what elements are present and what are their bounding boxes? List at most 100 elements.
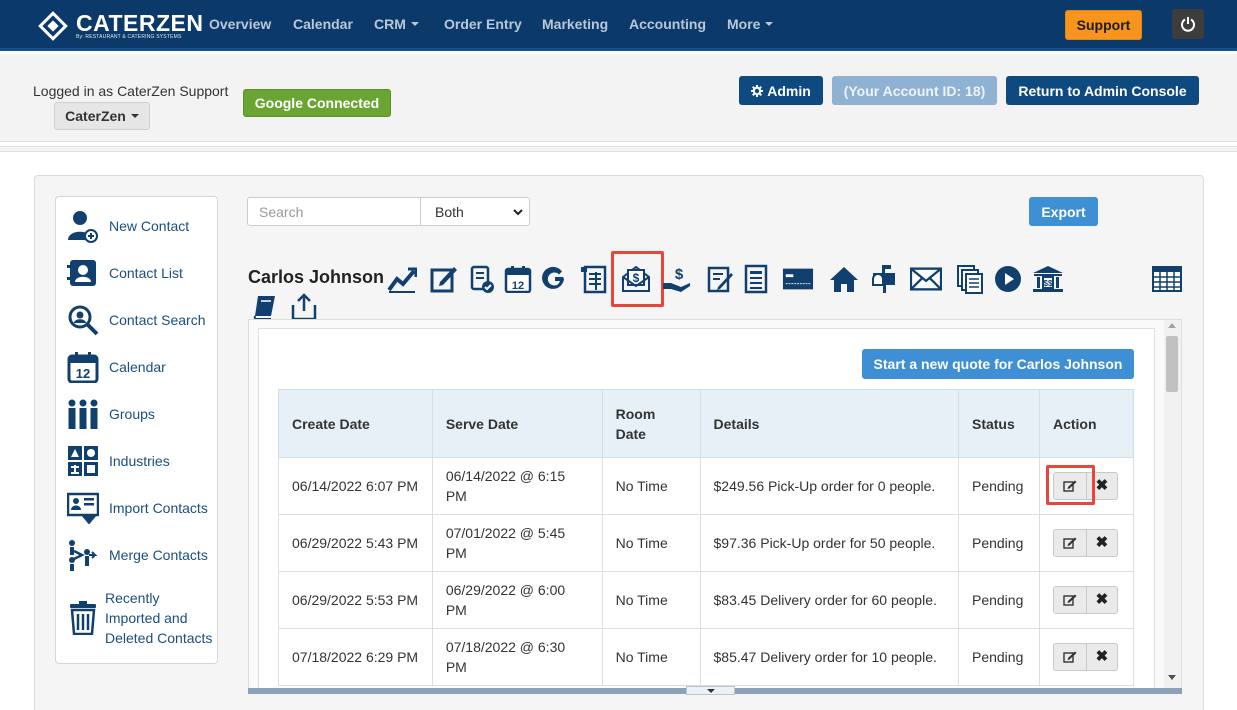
nav-overview[interactable]: Overview [209, 16, 271, 32]
account-dropdown[interactable]: CaterZen [54, 102, 150, 130]
start-new-quote-button[interactable]: Start a new quote for Carlos Johnson [862, 349, 1134, 379]
google-connected-button[interactable]: Google Connected [243, 89, 391, 117]
close-icon: ✖ [1095, 477, 1109, 494]
scroll-down-arrow-icon[interactable] [1168, 675, 1176, 680]
row-actions: ✖ [1038, 571, 1135, 629]
sidebar-item-label: Industries [109, 453, 170, 469]
credit-card-icon[interactable] [782, 263, 814, 295]
export-button[interactable]: Export [1029, 197, 1098, 226]
column-header[interactable]: Details [699, 389, 959, 458]
analytics-icon[interactable] [386, 263, 418, 295]
power-icon [1181, 17, 1195, 32]
sidebar-item-new-contact[interactable]: New Contact [66, 209, 189, 243]
play-icon[interactable] [992, 263, 1024, 295]
logged-in-text: Logged in as CaterZen Support [33, 83, 229, 99]
search-input[interactable] [247, 197, 421, 226]
google-icon[interactable] [539, 263, 571, 295]
table-row[interactable]: 06/29/2022 5:53 PM 06/29/2022 @ 6:00 PM … [278, 571, 1135, 629]
search-scope-value: Both [435, 203, 464, 220]
order-status: Pending [957, 628, 1040, 686]
tasks-icon[interactable] [466, 263, 498, 295]
contact-calendar-icon[interactable]: 12 [502, 263, 534, 295]
delete-quote-button[interactable]: ✖ [1086, 643, 1118, 671]
nav-accounting[interactable]: Accounting [629, 16, 706, 32]
sidebar-item-calendar[interactable]: 12 Calendar [66, 350, 166, 384]
documents-stack-icon[interactable] [954, 263, 986, 295]
nav-marketing[interactable]: Marketing [542, 16, 608, 32]
sidebar-item-contact-search[interactable]: Contact Search [66, 303, 206, 337]
edit-quote-button[interactable] [1052, 529, 1087, 557]
edit-quote-button[interactable] [1052, 643, 1087, 671]
search-scope-select[interactable]: Both [420, 197, 530, 226]
trash-icon [66, 601, 100, 635]
return-admin-console-button[interactable]: Return to Admin Console [1006, 76, 1199, 105]
sidebar-item-label: Calendar [109, 359, 166, 375]
account-id-badge: (Your Account ID: 18) [832, 76, 997, 105]
nav-crm[interactable]: CRM [374, 16, 419, 32]
sidebar-item-import-contacts[interactable]: Import Contacts [66, 491, 208, 525]
sidebar-item-contact-list[interactable]: Contact List [66, 256, 183, 290]
nav-more[interactable]: More [727, 16, 774, 32]
calendar-icon: 12 [66, 350, 100, 384]
nav-order-entry[interactable]: Order Entry [444, 16, 522, 32]
sidebar-item-merge-contacts[interactable]: Merge Contacts [66, 538, 208, 572]
email-icon[interactable] [910, 263, 942, 295]
scroll-up-arrow-icon[interactable] [1168, 323, 1176, 328]
sidebar-item-recently-deleted[interactable]: Recently Imported and Deleted Contacts [66, 588, 217, 648]
column-header[interactable]: Room Date [601, 389, 701, 458]
table-row[interactable]: 07/18/2022 6:29 PM 07/18/2022 @ 6:30 PM … [278, 628, 1135, 686]
logo-diamond-icon [38, 11, 68, 41]
nav-crm-label: CRM [374, 16, 406, 32]
admin-button[interactable]: Admin [739, 76, 823, 105]
support-button[interactable]: Support [1065, 10, 1142, 40]
svg-text:12: 12 [512, 280, 524, 292]
nav-calendar[interactable]: Calendar [293, 16, 353, 32]
mailbox-icon[interactable] [868, 263, 900, 295]
table-row[interactable]: 06/29/2022 5:43 PM 07/01/2022 @ 5:45 PM … [278, 514, 1135, 572]
edit-contact-icon[interactable] [428, 263, 460, 295]
quotes-table: Create Date Serve Date Room Date Details… [278, 389, 1135, 686]
sidebar-item-label: Contact Search [109, 312, 206, 328]
close-icon: ✖ [1095, 591, 1109, 608]
contact-name: Carlos Johnson [248, 267, 385, 287]
sidebar-item-groups[interactable]: Groups [66, 397, 155, 431]
top-navbar: CATERZEN By: RESTAURANT & CATERING SYSTE… [0, 0, 1237, 51]
caterzen-logo[interactable]: CATERZEN By: RESTAURANT & CATERING SYSTE… [38, 9, 204, 43]
create-date: 06/29/2022 5:53 PM [278, 571, 433, 629]
delete-quote-button[interactable]: ✖ [1086, 586, 1118, 614]
order-details: $97.36 Pick-Up order for 50 people. [699, 514, 959, 572]
grid-table-icon[interactable] [1151, 263, 1183, 295]
close-icon: ✖ [1095, 534, 1109, 551]
chevron-down-icon [410, 22, 419, 26]
table-row[interactable]: 06/14/2022 6:07 PM 06/14/2022 @ 6:15 PM … [278, 457, 1135, 515]
svg-text:12: 12 [76, 366, 90, 381]
row-actions: ✖ [1038, 628, 1135, 686]
bank-icon[interactable]: $$ [1032, 263, 1064, 295]
document-icon[interactable] [740, 263, 772, 295]
sidebar-item-industries[interactable]: Industries [66, 444, 170, 478]
edit-icon [1063, 651, 1077, 663]
invoice-icon[interactable] [578, 263, 610, 295]
payment-icon[interactable]: $ [661, 263, 693, 295]
import-contacts-icon [66, 491, 100, 525]
brand-name: CATERZEN [76, 9, 204, 36]
industries-icon [66, 444, 100, 478]
delete-quote-button[interactable]: ✖ [1086, 529, 1118, 557]
column-header[interactable]: Serve Date [431, 389, 603, 458]
edit-icon [1063, 594, 1077, 606]
row-actions: ✖ [1038, 514, 1135, 572]
groups-icon [66, 397, 100, 431]
edit-quote-button[interactable] [1052, 586, 1087, 614]
column-header[interactable]: Create Date [278, 389, 433, 458]
expand-panel-toggle[interactable] [686, 686, 735, 695]
edit-icon [1063, 537, 1077, 549]
column-header[interactable]: Status [957, 389, 1040, 458]
home-icon[interactable] [828, 263, 860, 295]
notes-icon[interactable] [704, 263, 736, 295]
order-details: $83.45 Delivery order for 60 people. [699, 571, 959, 629]
table-header-row: Create Date Serve Date Room Date Details… [278, 389, 1135, 458]
scrollbar-thumb[interactable] [1166, 336, 1178, 392]
logout-button[interactable] [1172, 9, 1204, 39]
crm-sidebar: New Contact Contact List Contact Search … [55, 196, 218, 664]
serve-date: 06/29/2022 @ 6:00 PM [431, 571, 603, 629]
